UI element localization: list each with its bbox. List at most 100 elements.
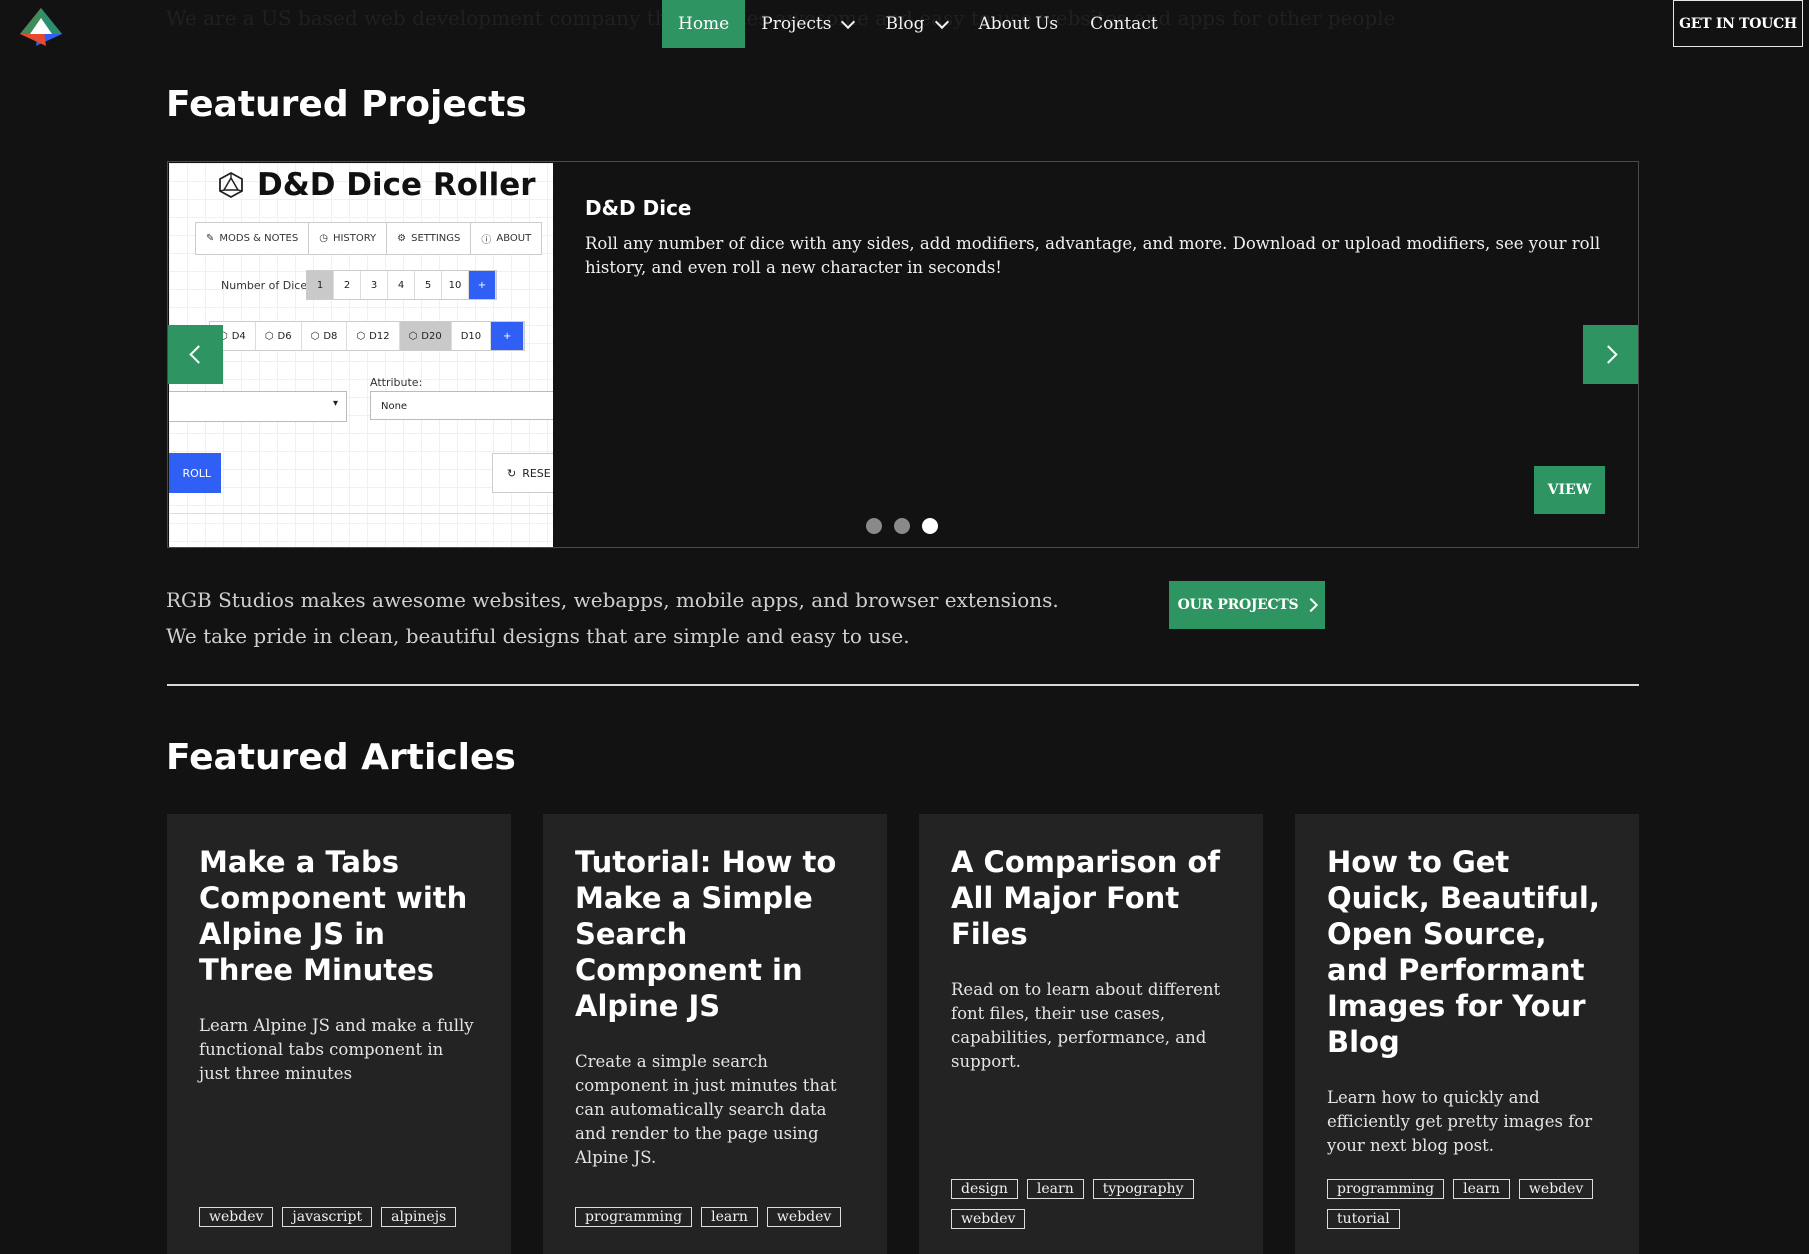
rgb-studios-logo-icon[interactable]	[16, 4, 66, 50]
tag[interactable]: javascript	[282, 1207, 373, 1227]
screenshot-die-label: D20	[421, 330, 442, 342]
view-project-button[interactable]: VIEW	[1534, 466, 1605, 514]
nav-contact-label: Contact	[1090, 14, 1158, 34]
screenshot-die: D10	[451, 322, 492, 350]
article-card[interactable]: How to Get Quick, Beautiful, Open Source…	[1295, 814, 1639, 1254]
die-icon: ⬡	[408, 330, 418, 342]
article-tags: programming learn webdev	[575, 1207, 865, 1227]
chevron-down-icon	[934, 14, 949, 29]
featured-articles-heading: Featured Articles	[166, 737, 516, 778]
screenshot-tab-label: ABOUT	[496, 233, 532, 244]
screenshot-die-label: D12	[369, 330, 390, 342]
screenshot-die: ⬡ D12	[347, 322, 400, 350]
tag[interactable]: webdev	[766, 1207, 842, 1227]
screenshot-number: 3	[361, 271, 388, 299]
section-divider	[167, 684, 1639, 686]
article-title[interactable]: How to Get Quick, Beautiful, Open Source…	[1327, 844, 1607, 1060]
tag[interactable]: alpinejs	[381, 1207, 457, 1227]
screenshot-number: 2	[334, 271, 361, 299]
article-title[interactable]: Make a Tabs Component with Alpine JS in …	[199, 844, 479, 988]
tag[interactable]: webdev	[951, 1209, 1026, 1229]
article-card[interactable]: Make a Tabs Component with Alpine JS in …	[167, 814, 511, 1254]
screenshot-reset-label: RESE	[522, 466, 551, 480]
screenshot-tabs: ✎ MODS & NOTES ◷ HISTORY ⚙ SETTINGS ⓘ ABOUT	[195, 222, 543, 255]
screenshot-tab-label: SETTINGS	[411, 233, 461, 244]
screenshot-die-label: D4	[231, 330, 246, 342]
screenshot-die-label: D6	[277, 330, 292, 342]
die-icon: ⬡	[310, 330, 320, 342]
refresh-icon: ↻	[507, 466, 517, 480]
nav-about[interactable]: About Us	[963, 0, 1075, 48]
tag[interactable]: webdev	[1518, 1179, 1594, 1199]
our-projects-label: OUR PROJECTS	[1177, 597, 1299, 613]
article-card[interactable]: Tutorial: How to Make a Simple Search Co…	[543, 814, 887, 1254]
tag[interactable]: programming	[575, 1207, 693, 1227]
screenshot-die: ⬡ D20	[399, 322, 452, 350]
nav-home-label: Home	[678, 14, 730, 34]
screenshot-reset-button: ↻ RESE	[492, 453, 553, 493]
featured-projects-heading: Featured Projects	[166, 84, 527, 125]
article-title[interactable]: A Comparison of All Major Font Files	[951, 844, 1231, 952]
screenshot-tab: ⚙ SETTINGS	[387, 223, 472, 254]
chevron-right-icon	[1304, 597, 1319, 613]
screenshot-number: 5	[415, 271, 442, 299]
screenshot-tab: ⓘ ABOUT	[471, 223, 541, 254]
tag[interactable]: programming	[1327, 1179, 1445, 1199]
chevron-down-icon	[841, 14, 856, 29]
carousel-prev-button[interactable]	[168, 325, 223, 384]
article-card[interactable]: A Comparison of All Major Font Files Rea…	[919, 814, 1263, 1254]
tag[interactable]: webdev	[199, 1207, 274, 1227]
main-nav: Home Projects Blog About Us Contact	[662, 0, 1174, 48]
nav-about-label: About Us	[978, 14, 1059, 34]
screenshot-die-label: D8	[323, 330, 338, 342]
nav-home[interactable]: Home	[662, 0, 746, 48]
carousel-indicators	[866, 518, 938, 534]
tag[interactable]: typography	[1092, 1179, 1194, 1199]
projects-carousel: D&D Dice Roller ✎ MODS & NOTES ◷ HISTORY ⚙…	[167, 161, 1639, 548]
screenshot-dice-group: ⬡ D4 ⬡ D6 ⬡ D8 ⬡ D12 ⬡ D20 D10 +	[209, 321, 526, 351]
screenshot-title-text: D&D Dice Roller	[257, 167, 536, 203]
tag[interactable]: learn	[1453, 1179, 1510, 1199]
tag[interactable]: learn	[701, 1207, 758, 1227]
screenshot-number-plus: +	[469, 271, 496, 299]
screenshot-tab: ◷ HISTORY	[309, 223, 388, 254]
screenshot-number: 4	[388, 271, 415, 299]
gear-icon: ⚙	[397, 233, 407, 244]
screenshot-number: 1	[307, 271, 334, 299]
studio-intro-text: RGB Studios makes awesome websites, weba…	[166, 588, 1059, 648]
info-icon: ⓘ	[481, 235, 492, 246]
screenshot-tab-label: MODS & NOTES	[219, 233, 299, 244]
screenshot-tab-label: HISTORY	[332, 233, 377, 244]
our-projects-button[interactable]: OUR PROJECTS	[1169, 581, 1325, 629]
carousel-dot-active[interactable]	[922, 518, 938, 534]
nav-blog[interactable]: Blog	[869, 0, 962, 48]
d20-icon	[219, 171, 243, 199]
screenshot-roll-button: ROLL	[169, 453, 221, 493]
site-header: We are a US based web development compan…	[0, 0, 1809, 56]
die-icon: ⬡	[356, 330, 366, 342]
screenshot-number-group: 1 2 3 4 5 10 +	[306, 270, 497, 300]
nav-blog-label: Blog	[885, 14, 925, 34]
screenshot-die: ⬡ D6	[255, 322, 302, 350]
screenshot-die-plus: +	[491, 322, 525, 350]
nav-projects[interactable]: Projects	[745, 0, 869, 48]
article-title[interactable]: Tutorial: How to Make a Simple Search Co…	[575, 844, 855, 1024]
article-description: Read on to learn about different font fi…	[951, 980, 1221, 1071]
slide-title: D&D Dice	[585, 196, 692, 220]
article-description: Create a simple search component in just…	[575, 1052, 837, 1167]
carousel-dot[interactable]	[866, 518, 882, 534]
screenshot-attribute-select: None	[370, 391, 553, 420]
slide-screenshot[interactable]: D&D Dice Roller ✎ MODS & NOTES ◷ HISTORY ⚙…	[169, 163, 553, 547]
slide-description: Roll any number of dice with any sides, …	[585, 234, 1601, 277]
get-in-touch-button[interactable]: GET IN TOUCH	[1673, 0, 1803, 47]
tag[interactable]: design	[951, 1179, 1018, 1199]
chevron-right-icon	[1598, 345, 1618, 364]
tag[interactable]: tutorial	[1327, 1209, 1400, 1229]
carousel-next-button[interactable]	[1583, 325, 1638, 384]
tag[interactable]: learn	[1026, 1179, 1084, 1199]
screenshot-divider	[169, 513, 553, 514]
carousel-dot[interactable]	[894, 518, 910, 534]
nav-contact[interactable]: Contact	[1074, 0, 1174, 48]
screenshot-die-label: D10	[460, 330, 482, 342]
article-tags: webdev javascript alpinejs	[199, 1207, 489, 1227]
